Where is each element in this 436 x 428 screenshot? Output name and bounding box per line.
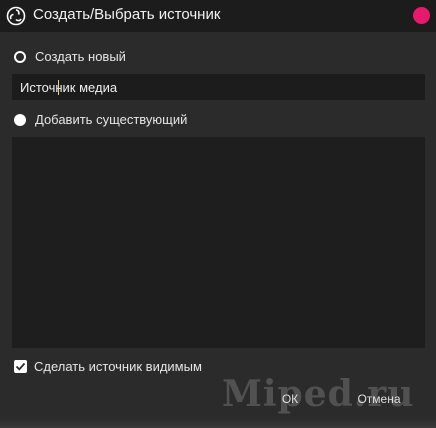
close-dot-icon[interactable] bbox=[413, 7, 430, 24]
radio-create-new[interactable]: Создать новый bbox=[14, 49, 126, 64]
ok-button[interactable]: ОК bbox=[276, 390, 304, 408]
create-new-label: Создать новый bbox=[35, 49, 126, 64]
visibility-label: Сделать источник видимым bbox=[34, 359, 202, 374]
visibility-checkbox-row[interactable]: Сделать источник видимым bbox=[14, 359, 202, 374]
bottom-edge bbox=[0, 418, 436, 428]
existing-sources-list[interactable] bbox=[12, 137, 425, 348]
radio-filled-icon[interactable] bbox=[14, 113, 26, 126]
title-bar: Создать/Выбрать источник bbox=[0, 0, 436, 32]
cancel-button[interactable]: Отмена bbox=[352, 390, 406, 408]
add-existing-label: Добавить существующий bbox=[35, 112, 188, 127]
obs-logo-icon bbox=[6, 6, 26, 26]
radio-add-existing[interactable]: Добавить существующий bbox=[14, 112, 187, 127]
text-caret bbox=[58, 80, 59, 95]
check-icon[interactable] bbox=[14, 360, 27, 373]
radio-unchecked-icon[interactable] bbox=[14, 50, 26, 63]
source-name-input[interactable] bbox=[12, 74, 425, 100]
window-title: Создать/Выбрать источник bbox=[33, 6, 221, 23]
